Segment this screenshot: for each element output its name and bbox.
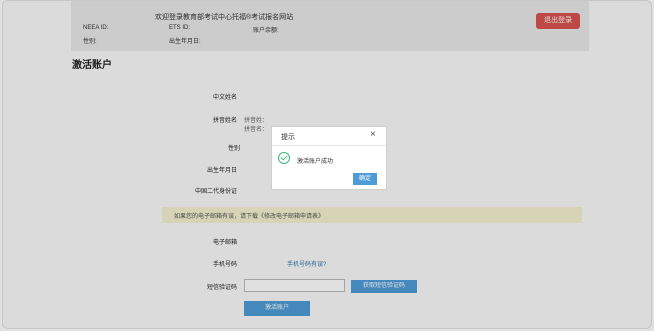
success-dialog: 提示 × 激活账户成功 确定 — [271, 126, 387, 190]
dialog-header: 提示 × — [272, 127, 386, 146]
close-icon[interactable]: × — [370, 130, 376, 140]
dialog-message: 激活账户成功 — [297, 159, 334, 165]
dialog-title: 提示 — [281, 134, 295, 141]
ok-button[interactable]: 确定 — [353, 173, 377, 185]
check-circle-icon — [278, 152, 290, 164]
